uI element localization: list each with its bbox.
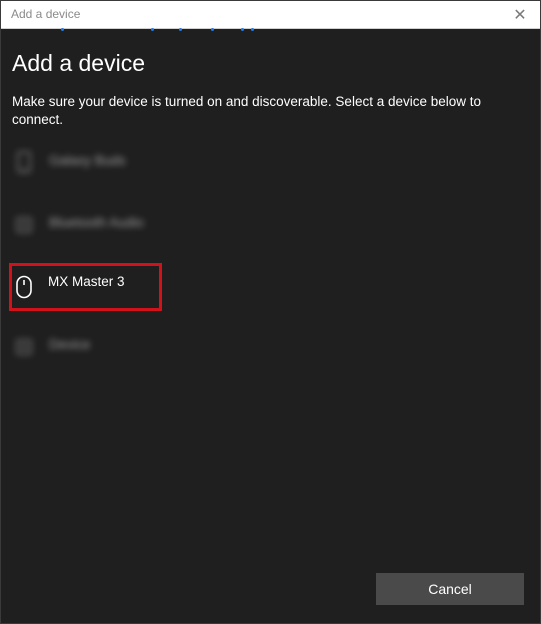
progress-dot: [151, 28, 154, 31]
progress-dots: [1, 28, 540, 32]
instructions-text: Make sure your device is turned on and d…: [12, 94, 482, 127]
device-label: Galaxy Buds: [49, 153, 126, 168]
cancel-button[interactable]: Cancel: [376, 573, 524, 605]
device-label: MX Master 3: [48, 274, 125, 289]
progress-dot: [251, 28, 254, 31]
device-item[interactable]: Galaxy Buds: [9, 141, 209, 185]
device-label: Device: [49, 337, 91, 352]
progress-dot: [61, 28, 64, 31]
page-title: Add a device: [12, 50, 145, 76]
close-icon[interactable]: ✕: [510, 5, 530, 25]
audio-device-icon: [15, 335, 33, 357]
device-item-mx-master-3[interactable]: MX Master 3: [9, 263, 162, 311]
mouse-icon: [15, 275, 33, 299]
progress-dot: [179, 28, 182, 31]
device-item[interactable]: Bluetooth Audio: [9, 203, 209, 247]
progress-dot: [241, 28, 244, 31]
device-item[interactable]: Device: [9, 325, 209, 369]
progress-dot: [211, 28, 214, 31]
phone-icon: [15, 151, 33, 173]
device-label: Bluetooth Audio: [49, 215, 144, 230]
audio-device-icon: [15, 213, 33, 235]
add-device-window: Add a device ✕ Add a device Make sure yo…: [0, 0, 541, 624]
window-title: Add a device: [11, 7, 81, 21]
title-bar: Add a device ✕: [1, 1, 540, 29]
